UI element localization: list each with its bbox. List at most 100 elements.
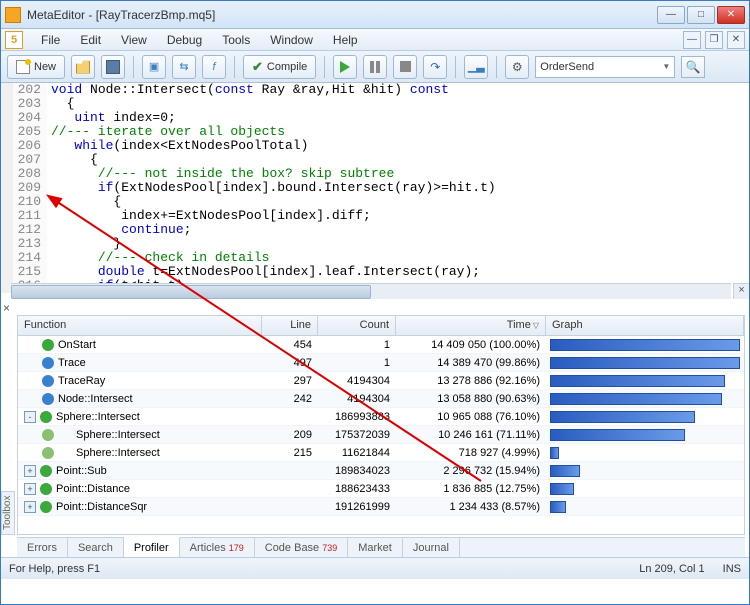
breakpoint-gutter[interactable]: [1, 181, 13, 195]
save-button[interactable]: [101, 55, 125, 79]
code-line[interactable]: 212 continue;: [1, 223, 749, 237]
code-line[interactable]: 206 while(index<ExtNodesPoolTotal): [1, 139, 749, 153]
line-number: 209: [13, 181, 47, 195]
menu-view[interactable]: View: [111, 30, 157, 50]
code-line[interactable]: 214 //--- check in details: [1, 251, 749, 265]
tab-code-base[interactable]: Code Base739: [255, 538, 348, 557]
profiler-row[interactable]: Node::Intersect242419430413 058 880 (90.…: [18, 390, 744, 408]
code-line[interactable]: 204 uint index=0;: [1, 111, 749, 125]
breakpoint-gutter[interactable]: [1, 195, 13, 209]
breakpoint-gutter[interactable]: [1, 223, 13, 237]
code-line[interactable]: 213 }: [1, 237, 749, 251]
menu-debug[interactable]: Debug: [157, 30, 212, 50]
breakpoint-gutter[interactable]: [1, 139, 13, 153]
menu-edit[interactable]: Edit: [70, 30, 111, 50]
line-number: 207: [13, 153, 47, 167]
profiler-row[interactable]: TraceRay297419430413 278 886 (92.16%): [18, 372, 744, 390]
menu-tools[interactable]: Tools: [212, 30, 260, 50]
code-line[interactable]: 203 {: [1, 97, 749, 111]
mdi-close-icon[interactable]: ✕: [727, 31, 745, 49]
code-line[interactable]: 208 //--- not inside the box? skip subtr…: [1, 167, 749, 181]
minimize-button[interactable]: —: [657, 6, 685, 24]
toolbox-tab[interactable]: Toolbox: [1, 491, 15, 535]
profiler-row[interactable]: OnStart454114 409 050 (100.00%): [18, 336, 744, 354]
tab-market[interactable]: Market: [348, 538, 403, 557]
code-line[interactable]: 202void Node::Intersect(const Ray &ray,H…: [1, 83, 749, 97]
cell-time: 1 836 885 (12.75%): [396, 483, 546, 495]
editor-close-icon[interactable]: ×: [733, 283, 749, 299]
profiler-row[interactable]: Sphere::Intersect20917537203910 246 161 …: [18, 426, 744, 444]
menu-window[interactable]: Window: [260, 30, 323, 50]
header-count[interactable]: Count: [318, 316, 396, 335]
profiler-row[interactable]: +Point::Distance1886234331 836 885 (12.7…: [18, 480, 744, 498]
step-button[interactable]: ↷: [423, 55, 447, 79]
breakpoint-gutter[interactable]: [1, 97, 13, 111]
breakpoint-gutter[interactable]: [1, 209, 13, 223]
app-menu-icon[interactable]: 5: [5, 31, 23, 49]
code-line[interactable]: 207 {: [1, 153, 749, 167]
scrollbar-thumb[interactable]: [11, 285, 371, 299]
tab-journal[interactable]: Journal: [403, 538, 460, 557]
tree-toggle-icon[interactable]: +: [24, 483, 36, 495]
profiler-row[interactable]: -Sphere::Intersect18699388310 965 088 (7…: [18, 408, 744, 426]
header-function[interactable]: Function: [18, 316, 262, 335]
search-button[interactable]: 🔍: [681, 56, 705, 78]
compile-button[interactable]: ✔Compile: [243, 55, 316, 79]
code-line[interactable]: 211 index+=ExtNodesPool[index].diff;: [1, 209, 749, 223]
breakpoint-gutter[interactable]: [1, 125, 13, 139]
header-time[interactable]: Time▽: [396, 316, 546, 335]
profiler-row[interactable]: Trace497114 389 470 (99.86%): [18, 354, 744, 372]
cell-graph: [546, 463, 744, 479]
maximize-button[interactable]: □: [687, 6, 715, 24]
chart-button[interactable]: ▁▃: [464, 55, 488, 79]
search-combo[interactable]: OrderSend▼: [535, 56, 675, 78]
breakpoint-gutter[interactable]: [1, 111, 13, 125]
code-line[interactable]: 209 if(ExtNodesPool[index].bound.Interse…: [1, 181, 749, 195]
cell-time: 10 965 088 (76.10%): [396, 411, 546, 423]
header-graph[interactable]: Graph: [546, 316, 744, 335]
code-line[interactable]: 205//--- iterate over all objects: [1, 125, 749, 139]
menu-file[interactable]: File: [31, 30, 70, 50]
navigator-button[interactable]: ▣: [142, 55, 166, 79]
cell-time: 1 234 433 (8.57%): [396, 501, 546, 513]
breakpoint-gutter[interactable]: [1, 265, 13, 279]
function-name: Sphere::Intersect: [56, 411, 140, 423]
function-name: Point::Sub: [56, 465, 107, 477]
mdi-restore-icon[interactable]: ❐: [705, 31, 723, 49]
tab-articles[interactable]: Articles179: [180, 538, 255, 557]
stop-button[interactable]: [393, 55, 417, 79]
pause-button[interactable]: [363, 55, 387, 79]
tab-profiler[interactable]: Profiler: [124, 537, 180, 557]
function-icon: [42, 339, 54, 351]
code-line[interactable]: 210 {: [1, 195, 749, 209]
panel-close-icon[interactable]: ×: [3, 301, 10, 315]
mdi-minimize-icon[interactable]: —: [683, 31, 701, 49]
tree-toggle-icon[interactable]: +: [24, 501, 36, 513]
new-button[interactable]: New: [7, 55, 65, 79]
breakpoint-gutter[interactable]: [1, 167, 13, 181]
header-line[interactable]: Line: [262, 316, 318, 335]
close-button[interactable]: ✕: [717, 6, 745, 24]
tab-search[interactable]: Search: [68, 538, 124, 557]
breakpoint-gutter[interactable]: [1, 251, 13, 265]
function-button[interactable]: f: [202, 55, 226, 79]
app-icon: [5, 7, 21, 23]
breakpoint-gutter[interactable]: [1, 83, 13, 97]
open-button[interactable]: [71, 55, 95, 79]
tab-errors[interactable]: Errors: [17, 538, 68, 557]
profiler-row[interactable]: +Point::DistanceSqr1912619991 234 433 (8…: [18, 498, 744, 516]
profiler-row[interactable]: Sphere::Intersect21511621844718 927 (4.9…: [18, 444, 744, 462]
settings-button[interactable]: ⚙: [505, 55, 529, 79]
breakpoint-gutter[interactable]: [1, 153, 13, 167]
cell-time: 10 246 161 (71.11%): [396, 429, 546, 441]
horizontal-scrollbar[interactable]: [11, 283, 731, 299]
tree-toggle-icon[interactable]: +: [24, 465, 36, 477]
tree-toggle-icon[interactable]: -: [24, 411, 36, 423]
toggle-button[interactable]: ⇆: [172, 55, 196, 79]
breakpoint-gutter[interactable]: [1, 237, 13, 251]
code-line[interactable]: 215 double t=ExtNodesPool[index].leaf.In…: [1, 265, 749, 279]
code-editor[interactable]: 202void Node::Intersect(const Ray &ray,H…: [1, 83, 749, 299]
profiler-row[interactable]: +Point::Sub1898340232 296 732 (15.94%): [18, 462, 744, 480]
menu-help[interactable]: Help: [323, 30, 368, 50]
run-button[interactable]: [333, 55, 357, 79]
